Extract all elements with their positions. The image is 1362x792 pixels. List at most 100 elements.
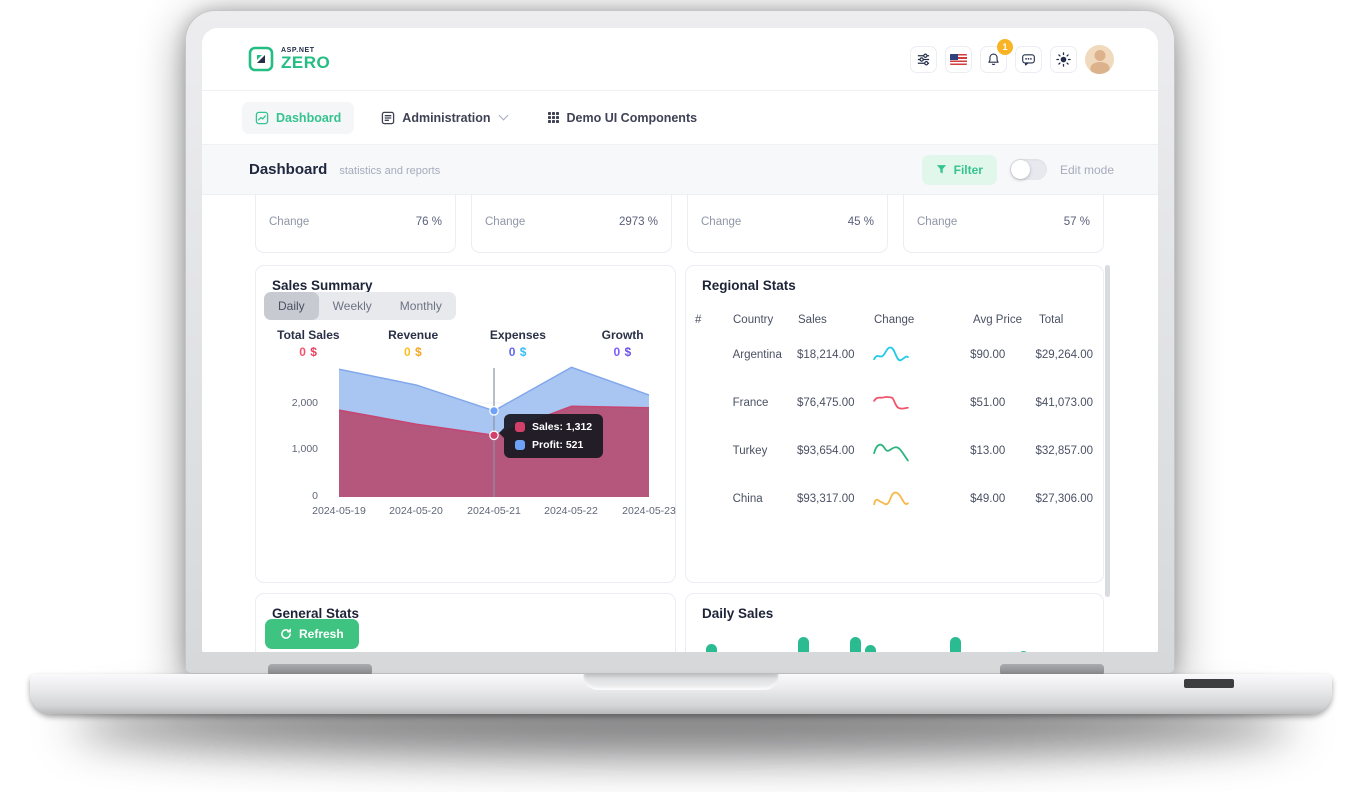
content-scrollbar[interactable]	[1105, 265, 1110, 597]
tooltip-profit-text: Profit: 521	[532, 439, 584, 451]
change-label: Change	[701, 216, 742, 228]
settings-sliders-button[interactable]	[910, 45, 937, 73]
table-row-france: France $76,475.00 $51.00 $41,073.00	[695, 379, 1093, 427]
avatar-head	[1094, 49, 1105, 61]
bar	[798, 637, 809, 652]
page-title: Dashboard	[249, 161, 328, 178]
nav-item-dashboard[interactable]: Dashboard	[242, 101, 355, 134]
avatar-body	[1090, 61, 1109, 74]
sun-icon	[1056, 51, 1071, 67]
change-label: Change	[269, 216, 310, 228]
chat-icon	[1022, 53, 1035, 65]
change-value: 45 %	[847, 216, 874, 228]
tab-monthly[interactable]: Monthly	[386, 292, 456, 320]
laptop-hinge-notch	[583, 674, 779, 690]
daily-sales-card: Daily Sales	[685, 593, 1104, 652]
bar	[1018, 651, 1029, 652]
profit-point	[489, 405, 499, 416]
nav-demo-ui-label: Demo UI Components	[566, 110, 698, 125]
change-label: Change	[917, 216, 958, 228]
sparkline-argentina	[873, 346, 909, 362]
sparkline-china	[873, 491, 909, 506]
y-tick-2000: 2,000	[291, 397, 318, 409]
change-value: 76 %	[415, 216, 442, 228]
x-tick: 2024-05-20	[389, 505, 443, 517]
kpi-total-sales: Total Sales 0 $	[277, 328, 340, 359]
change-value: 57 %	[1063, 216, 1090, 228]
change-label: Change	[485, 216, 526, 228]
filter-button[interactable]: Filter	[921, 154, 997, 185]
sales-kpi-row: Total Sales 0 $ Revenue 0 $ Expenses 0 $…	[256, 328, 675, 359]
filter-funnel-icon	[936, 165, 946, 174]
general-stats-title: General Stats	[272, 606, 360, 621]
nav-item-administration[interactable]: Administration	[368, 102, 519, 134]
sparkline-turkey	[873, 443, 909, 462]
bell-icon	[988, 53, 999, 65]
daily-sales-bar-chart[interactable]	[686, 594, 1103, 652]
notifications-button[interactable]: 1	[980, 38, 1013, 73]
x-axis-labels: 2024-05-19 2024-05-20 2024-05-21 2024-05…	[312, 505, 676, 519]
x-tick: 2024-05-23	[622, 505, 676, 517]
regional-stats-table: # Country Sales Change Avg Price Total A…	[695, 309, 1093, 523]
profit-legend-swatch	[515, 440, 525, 450]
x-tick: 2024-05-22	[544, 505, 598, 517]
regional-stats-title: Regional Stats	[702, 278, 796, 293]
refresh-button[interactable]: Refresh	[265, 619, 359, 649]
brand-logo[interactable]: ASP.NET ZERO	[248, 46, 330, 72]
nav-administration-label: Administration	[402, 110, 491, 125]
chevron-down-icon	[498, 110, 508, 121]
brand-logo-icon	[248, 46, 274, 72]
y-tick-1000: 1,000	[291, 443, 318, 455]
sales-summary-title: Sales Summary	[272, 278, 373, 293]
dashboard-chart-icon	[255, 111, 269, 124]
grid-icon	[547, 112, 559, 123]
refresh-icon	[281, 628, 291, 639]
notification-badge: 1	[997, 38, 1013, 55]
change-card-1: Change 76 %	[255, 195, 456, 253]
brand-main-label: ZERO	[281, 53, 331, 72]
kpi-growth: Growth 0 $	[601, 328, 644, 359]
top-bar: ASP.NET ZERO 1	[202, 28, 1158, 90]
sales-point	[489, 430, 499, 441]
laptop-mockup: ASP.NET ZERO 1 Dashboard Administration …	[0, 0, 1362, 792]
top-icon-group: 1	[910, 38, 1114, 74]
page-subtitle: statistics and reports	[339, 165, 441, 177]
language-selector-button[interactable]	[945, 45, 972, 73]
table-row-turkey: Turkey $93,654.00 $13.00 $32,857.00	[695, 427, 1093, 475]
bar	[950, 637, 961, 652]
nav-item-demo-ui-components[interactable]: Demo UI Components	[534, 102, 711, 134]
table-row-argentina: Argentina $18,214.00 $90.00 $29,264.00	[695, 331, 1093, 379]
tooltip-sales-row: Sales: 1,312	[515, 421, 592, 433]
tooltip-sales-text: Sales: 1,312	[532, 421, 593, 433]
change-card-2: Change 2973 %	[471, 195, 672, 253]
sales-summary-card: Sales Summary Daily Weekly Monthly Total…	[255, 265, 676, 583]
app-screen: ASP.NET ZERO 1 Dashboard Administration …	[202, 28, 1158, 652]
chart-tooltip: Sales: 1,312 Profit: 521	[498, 414, 604, 458]
laptop-port	[1184, 679, 1234, 688]
theme-toggle-button[interactable]	[1050, 45, 1077, 73]
x-tick: 2024-05-21	[467, 505, 521, 517]
chat-button[interactable]	[1015, 45, 1042, 73]
laptop-lid: ASP.NET ZERO 1 Dashboard Administration …	[185, 10, 1175, 674]
bar	[865, 645, 876, 652]
edit-mode-toggle[interactable]	[1009, 159, 1047, 180]
tab-weekly[interactable]: Weekly	[319, 292, 386, 320]
regional-stats-card: Regional Stats # Country Sales Change Av…	[685, 265, 1104, 583]
tooltip-profit-row: Profit: 521	[515, 439, 592, 451]
bar	[706, 644, 717, 652]
user-avatar[interactable]	[1085, 44, 1114, 74]
administration-list-icon	[382, 111, 395, 124]
edit-mode-label: Edit mode	[1059, 162, 1114, 177]
general-stats-card: General Stats Refresh	[255, 593, 676, 652]
change-card-4: Change 57 %	[903, 195, 1104, 253]
page-subheader: Dashboard statistics and reports Filter …	[202, 145, 1158, 195]
x-tick: 2024-05-19	[312, 505, 366, 517]
dashboard-content: Change 76 % Change 2973 % Change 45 % Ch…	[202, 195, 1158, 652]
toggle-knob	[1010, 160, 1030, 179]
filter-label: Filter	[953, 162, 983, 177]
tab-daily[interactable]: Daily	[264, 292, 319, 320]
refresh-label: Refresh	[299, 627, 344, 641]
sparkline-france	[873, 396, 909, 410]
change-value: 2973 %	[618, 216, 658, 228]
brand-logo-text: ASP.NET ZERO	[281, 47, 330, 71]
